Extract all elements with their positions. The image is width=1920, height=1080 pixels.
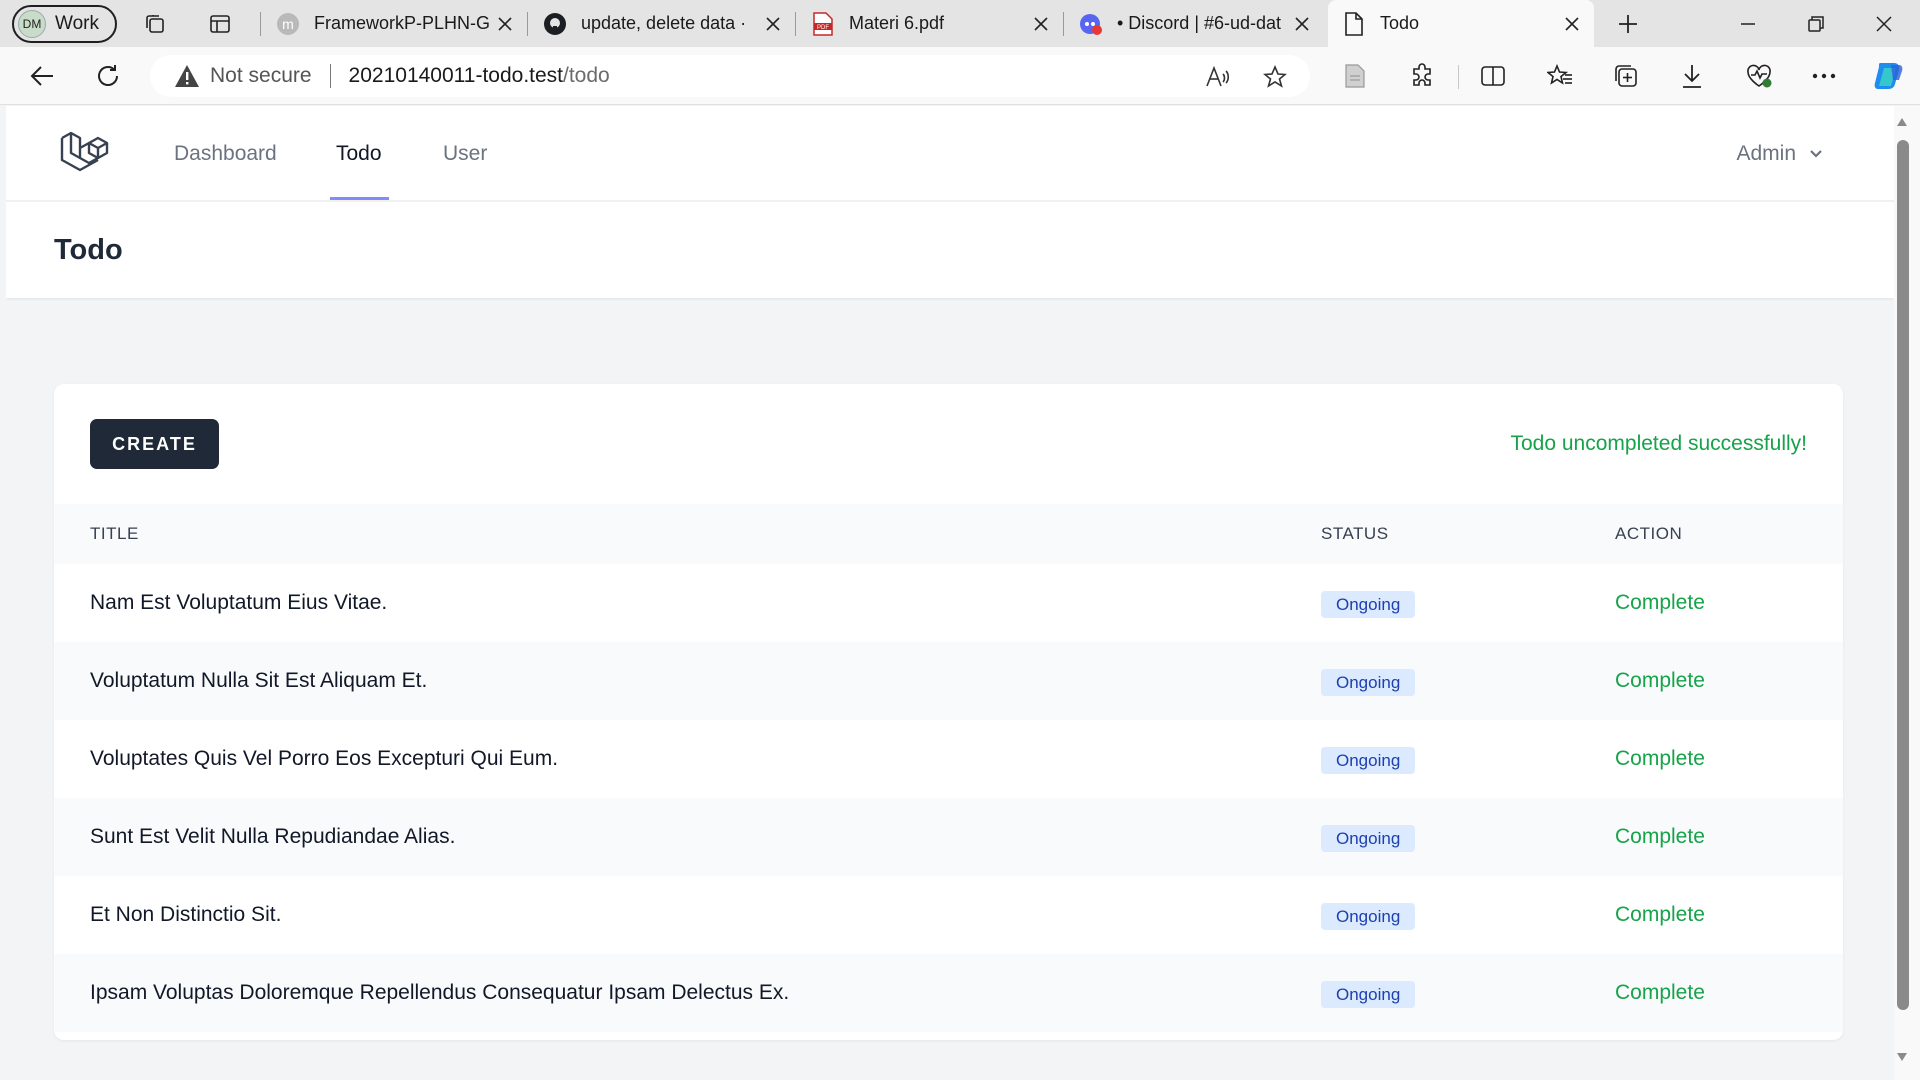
scroll-up-icon[interactable]: [1895, 115, 1909, 129]
scroll-down-icon[interactable]: [1895, 1050, 1909, 1064]
flash-message: Todo uncompleted successfully!: [1510, 432, 1808, 455]
app-navbar: Dashboard Todo User Admin: [6, 106, 1894, 201]
discord-icon: [1079, 12, 1103, 36]
minimize-icon[interactable]: [1718, 0, 1778, 47]
browser-essentials-icon[interactable]: [1744, 61, 1774, 91]
downloads-icon[interactable]: [1677, 61, 1707, 91]
table-row: Voluptatum Nulla Sit Est Aliquam Et. Ong…: [54, 642, 1843, 720]
workspaces-icon[interactable]: [141, 10, 169, 38]
table-header: TITLE STATUS ACTION: [54, 504, 1843, 564]
active-nav-indicator: [330, 197, 389, 200]
user-menu[interactable]: Admin: [1736, 106, 1824, 201]
url-path: /todo: [563, 64, 610, 87]
complete-link[interactable]: Complete: [1615, 798, 1705, 876]
page-viewport: Dashboard Todo User Admin Todo CREATE To…: [6, 106, 1894, 1080]
todo-title: Sunt Est Velit Nulla Repudiandae Alias.: [90, 825, 456, 848]
tab-title: • Discord | #6-ud-dat: [1117, 13, 1282, 33]
complete-link[interactable]: Complete: [1615, 564, 1705, 642]
collections-icon[interactable]: [1611, 61, 1641, 91]
column-header-status: STATUS: [1321, 524, 1389, 543]
profile-name: Work: [55, 13, 99, 34]
nav-link-todo[interactable]: Todo: [336, 106, 382, 201]
create-button[interactable]: CREATE: [90, 419, 219, 469]
status-badge: Ongoing: [1321, 669, 1416, 696]
address-bar[interactable]: Not secure 20210140011-todo.test/todo: [150, 55, 1310, 97]
pdf-icon: PDF: [811, 11, 835, 36]
table-row: Voluptates Quis Vel Porro Eos Excepturi …: [54, 720, 1843, 798]
warning-icon[interactable]: [174, 63, 200, 89]
status-badge: Ongoing: [1321, 825, 1416, 852]
complete-link[interactable]: Complete: [1615, 642, 1705, 720]
vertical-tabs-icon[interactable]: [206, 10, 234, 38]
todo-card: CREATE Todo uncompleted successfully! TI…: [54, 384, 1843, 1040]
scrollbar-thumb[interactable]: [1897, 140, 1909, 1010]
table-row: Sunt Est Velit Nulla Repudiandae Alias. …: [54, 798, 1843, 876]
split-screen-icon[interactable]: [1478, 61, 1508, 91]
browser-toolbar: Not secure 20210140011-todo.test/todo: [0, 47, 1920, 105]
url-host: 20210140011-todo.test: [348, 64, 564, 87]
read-aloud-icon[interactable]: [1204, 64, 1230, 90]
tab-discord[interactable]: • Discord | #6-ud-dat: [1065, 0, 1324, 47]
tab-github[interactable]: update, delete data ·: [529, 0, 795, 47]
tab-title: FrameworkP-PLHN-G: [314, 13, 491, 33]
todo-title: Et Non Distinctio Sit.: [90, 903, 282, 926]
favorite-star-icon[interactable]: [1262, 64, 1288, 90]
todo-title: Ipsam Voluptas Doloremque Repellendus Co…: [90, 981, 790, 1004]
github-icon: [543, 12, 567, 36]
reload-icon[interactable]: [92, 60, 124, 92]
svg-text:m: m: [282, 16, 294, 32]
restore-icon[interactable]: [1786, 0, 1846, 47]
reading-view-icon[interactable]: [1340, 61, 1370, 91]
status-badge: Ongoing: [1321, 747, 1416, 774]
status-badge: Ongoing: [1321, 591, 1416, 618]
new-tab-icon[interactable]: [1614, 10, 1642, 38]
page-icon: [1342, 11, 1366, 36]
favorites-icon[interactable]: [1545, 61, 1575, 91]
tab-title: update, delete data ·: [581, 13, 747, 33]
tab-title: Todo: [1380, 13, 1420, 33]
column-header-action: ACTION: [1615, 524, 1683, 543]
chevron-down-icon: [1808, 146, 1824, 162]
table-row: Ipsam Voluptas Doloremque Repellendus Co…: [54, 954, 1843, 1032]
status-badge: Ongoing: [1321, 981, 1416, 1008]
close-icon[interactable]: [1560, 12, 1584, 36]
complete-link[interactable]: Complete: [1615, 876, 1705, 954]
profile-avatar: DM: [18, 10, 46, 38]
back-icon[interactable]: [26, 60, 58, 92]
tab-frameworkp[interactable]: m FrameworkP-PLHN-G: [262, 0, 527, 47]
tab-todo[interactable]: Todo: [1328, 0, 1594, 47]
page-title: Todo: [54, 233, 123, 266]
tab-title: Materi 6.pdf: [849, 13, 945, 33]
extensions-icon[interactable]: [1407, 61, 1437, 91]
laravel-logo-icon[interactable]: [58, 128, 110, 180]
todo-title: Nam Est Voluptatum Eius Vitae.: [90, 591, 388, 614]
more-options-icon[interactable]: [1809, 61, 1839, 91]
tab-materi-pdf[interactable]: PDF Materi 6.pdf: [797, 0, 1063, 47]
close-icon[interactable]: [1290, 12, 1314, 36]
window-close-icon[interactable]: [1854, 0, 1914, 47]
close-icon[interactable]: [1029, 12, 1053, 36]
nav-link-user[interactable]: User: [443, 106, 487, 201]
status-badge: Ongoing: [1321, 903, 1416, 930]
browser-tab-bar: DM Work m FrameworkP-PLHN-G update, dele…: [0, 0, 1920, 47]
copilot-icon[interactable]: [1871, 58, 1907, 94]
close-icon[interactable]: [761, 12, 785, 36]
complete-link[interactable]: Complete: [1615, 720, 1705, 798]
close-icon[interactable]: [493, 12, 517, 36]
column-header-title: TITLE: [90, 524, 139, 543]
nav-link-dashboard[interactable]: Dashboard: [174, 106, 277, 201]
security-label[interactable]: Not secure: [210, 64, 312, 88]
user-name: Admin: [1736, 141, 1796, 165]
page-header: Todo: [6, 202, 1894, 298]
todo-title: Voluptatum Nulla Sit Est Aliquam Et.: [90, 669, 428, 692]
todo-title: Voluptates Quis Vel Porro Eos Excepturi …: [90, 747, 559, 770]
profile-button[interactable]: DM Work: [12, 5, 117, 43]
m-icon: m: [276, 12, 300, 36]
url-text[interactable]: 20210140011-todo.test/todo: [349, 64, 610, 88]
table-row: Et Non Distinctio Sit. Ongoing Complete: [54, 876, 1843, 954]
svg-text:PDF: PDF: [817, 25, 829, 31]
complete-link[interactable]: Complete: [1615, 954, 1705, 1032]
table-row: Nam Est Voluptatum Eius Vitae. Ongoing C…: [54, 564, 1843, 642]
